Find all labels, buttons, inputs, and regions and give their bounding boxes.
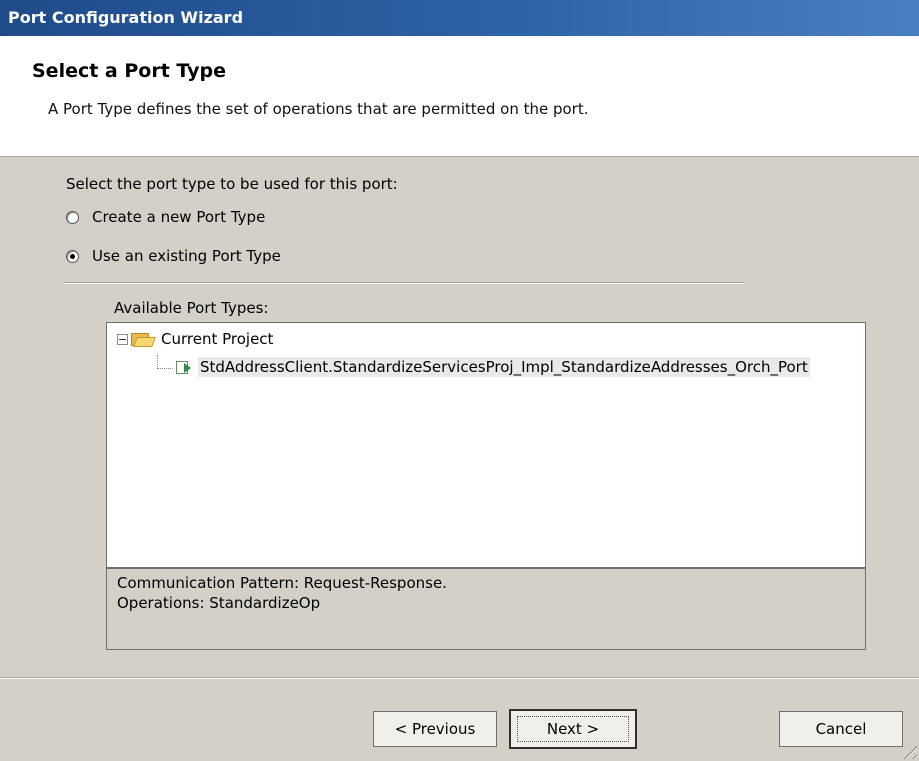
tree-node-label: Current Project	[161, 330, 274, 348]
collapse-icon[interactable]: −	[117, 333, 128, 345]
communication-pattern: Communication Pattern: Request-Response.	[117, 574, 447, 592]
tree-node-label: StdAddressClient.StandardizeServicesProj…	[198, 357, 810, 377]
port-type-prompt: Select the port type to be used for this…	[66, 175, 398, 193]
tree-node-port-type[interactable]: StdAddressClient.StandardizeServicesProj…	[175, 357, 810, 377]
radio-checked-icon[interactable]	[66, 249, 79, 263]
radio-unchecked-icon[interactable]	[66, 210, 79, 224]
port-type-info-panel: Communication Pattern: Request-Response.…	[106, 568, 866, 650]
cancel-button[interactable]: Cancel	[779, 711, 903, 747]
radio-use-existing-label: Use an existing Port Type	[92, 247, 281, 265]
title-bar: Port Configuration Wizard	[0, 0, 919, 36]
folder-open-icon	[131, 331, 156, 347]
page-description: A Port Type defines the set of operation…	[48, 100, 589, 118]
operations: Operations: StandardizeOp	[117, 594, 321, 612]
next-button-label: Next >	[517, 716, 629, 742]
separator	[0, 677, 919, 679]
next-button[interactable]: Next >	[509, 709, 637, 749]
window-title: Port Configuration Wizard	[8, 8, 244, 27]
separator	[64, 282, 744, 284]
wizard-header: Select a Port Type A Port Type defines t…	[0, 36, 919, 157]
page-title: Select a Port Type	[32, 60, 226, 82]
port-type-icon	[175, 359, 193, 375]
radio-use-existing[interactable]: Use an existing Port Type	[66, 245, 281, 267]
wizard-body: Select the port type to be used for this…	[0, 157, 919, 761]
port-type-tree[interactable]: − Current Project StdAddressClient.Stand…	[106, 322, 866, 568]
tree-node-current-project[interactable]: − Current Project	[117, 330, 273, 348]
available-port-types-label: Available Port Types:	[114, 299, 269, 317]
tree-line	[157, 368, 173, 369]
tree-line	[157, 355, 158, 369]
radio-create-new-label: Create a new Port Type	[92, 208, 266, 226]
previous-button[interactable]: < Previous	[373, 711, 497, 747]
radio-create-new[interactable]: Create a new Port Type	[66, 206, 265, 228]
